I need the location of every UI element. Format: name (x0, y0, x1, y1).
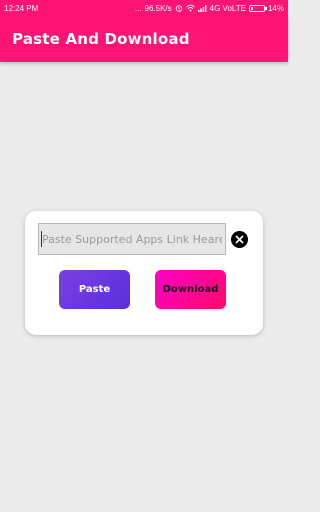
status-indicators: ... (134, 3, 142, 13)
app-title: Paste And Download (12, 30, 190, 48)
wifi-icon (185, 4, 195, 12)
net-speed: 96.5K/s (144, 3, 172, 13)
status-bar: 12:24 PM ... 96.5K/s 4G VoLTE 14% (0, 0, 288, 16)
link-input[interactable] (38, 223, 226, 255)
status-right: ... 96.5K/s 4G VoLTE 14% (135, 4, 284, 13)
network-type: 4G VoLTE (209, 3, 246, 13)
clear-link-button[interactable] (231, 231, 248, 248)
battery-icon (248, 4, 267, 12)
app-bar: Paste And Download (0, 16, 288, 62)
status-time: 12:24 PM (4, 3, 39, 13)
battery-level: 14% (267, 3, 284, 13)
alarm-icon (175, 5, 182, 12)
paste-button[interactable]: Paste (59, 270, 130, 309)
text-caret (41, 231, 42, 247)
download-card: Paste Download (25, 211, 263, 335)
download-button[interactable]: Download (155, 270, 226, 309)
signal-icon (197, 5, 207, 12)
close-icon (235, 235, 244, 244)
battery-fill (250, 6, 253, 10)
